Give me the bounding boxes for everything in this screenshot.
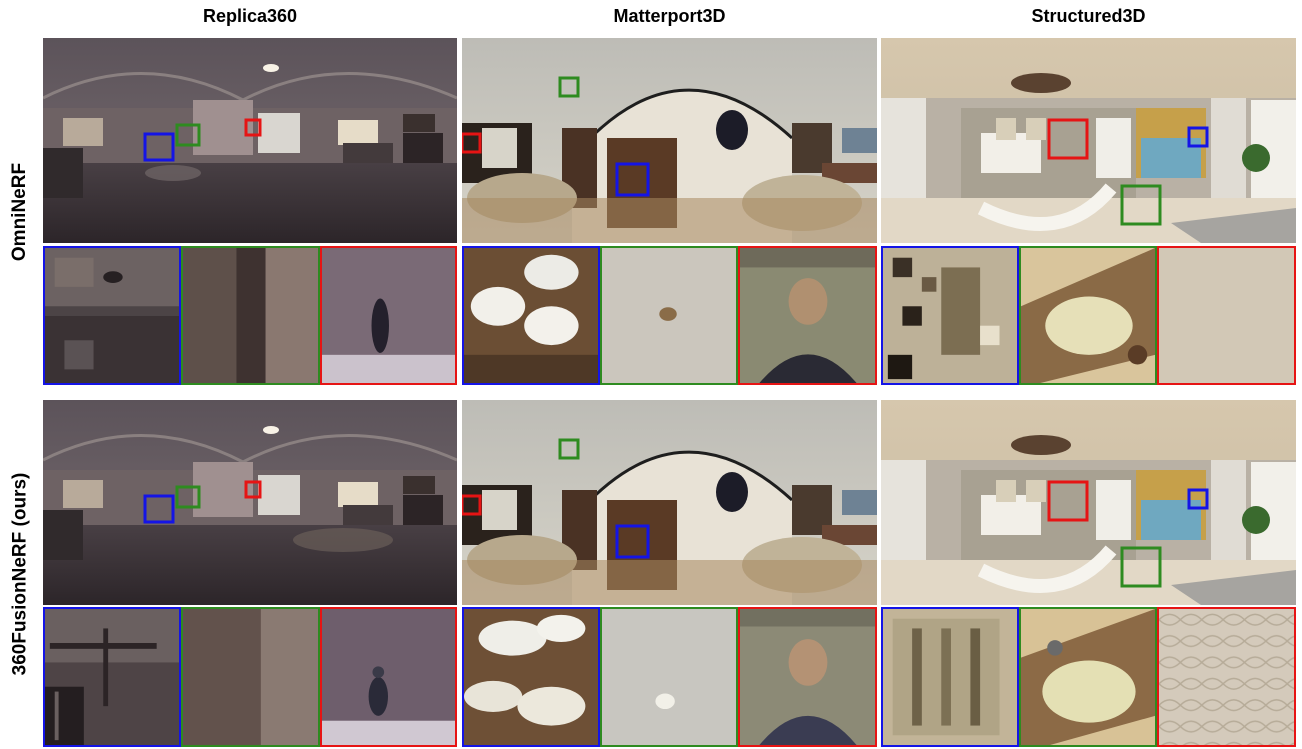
panorama-matterport3d-360fusionnerf xyxy=(462,400,877,605)
panorama-structured3d-360fusionnerf xyxy=(881,400,1296,605)
crop-structured3d-omninerf-red xyxy=(1157,246,1296,385)
column-title-replica360: Replica360 xyxy=(202,6,298,26)
crop-replica360-omninerf-green xyxy=(181,246,320,385)
crop-structured3d-360fusionnerf-red xyxy=(1157,607,1296,747)
crop-replica360-360fusionnerf-red xyxy=(320,607,457,747)
row-label-360fusionnerf: 360FusionNeRF (ours) xyxy=(9,472,31,676)
row-label-omninerf: OmniNeRF xyxy=(9,162,30,262)
row-label-360fusionnerf-wrap: 360FusionNeRF (ours) xyxy=(0,400,40,748)
crop-replica360-omninerf-red xyxy=(320,246,457,385)
panorama-matterport3d-omninerf xyxy=(462,38,877,243)
crop-matterport3d-360fusionnerf-blue xyxy=(462,607,600,747)
crop-structured3d-omninerf-green xyxy=(1019,246,1157,385)
crop-matterport3d-omninerf-red xyxy=(738,246,877,385)
crop-replica360-omninerf-blue xyxy=(43,246,181,385)
panorama-structured3d-omninerf xyxy=(881,38,1296,243)
column-title-matterport3d: Matterport3D xyxy=(613,6,726,26)
crop-matterport3d-omninerf-blue xyxy=(462,246,600,385)
column-title-structured3d: Structured3D xyxy=(1031,6,1146,26)
crop-matterport3d-360fusionnerf-red xyxy=(738,607,877,747)
panorama-replica360-omninerf xyxy=(43,38,457,243)
crop-structured3d-360fusionnerf-blue xyxy=(881,607,1019,747)
crop-replica360-360fusionnerf-green xyxy=(181,607,320,747)
crop-matterport3d-360fusionnerf-green xyxy=(600,607,738,747)
crop-structured3d-omninerf-blue xyxy=(881,246,1019,385)
crop-structured3d-360fusionnerf-green xyxy=(1019,607,1157,747)
crop-matterport3d-omninerf-green xyxy=(600,246,738,385)
row-label-omninerf-wrap: OmniNeRF xyxy=(0,38,40,386)
crop-replica360-360fusionnerf-blue xyxy=(43,607,181,747)
panorama-replica360-360fusionnerf xyxy=(43,400,457,605)
